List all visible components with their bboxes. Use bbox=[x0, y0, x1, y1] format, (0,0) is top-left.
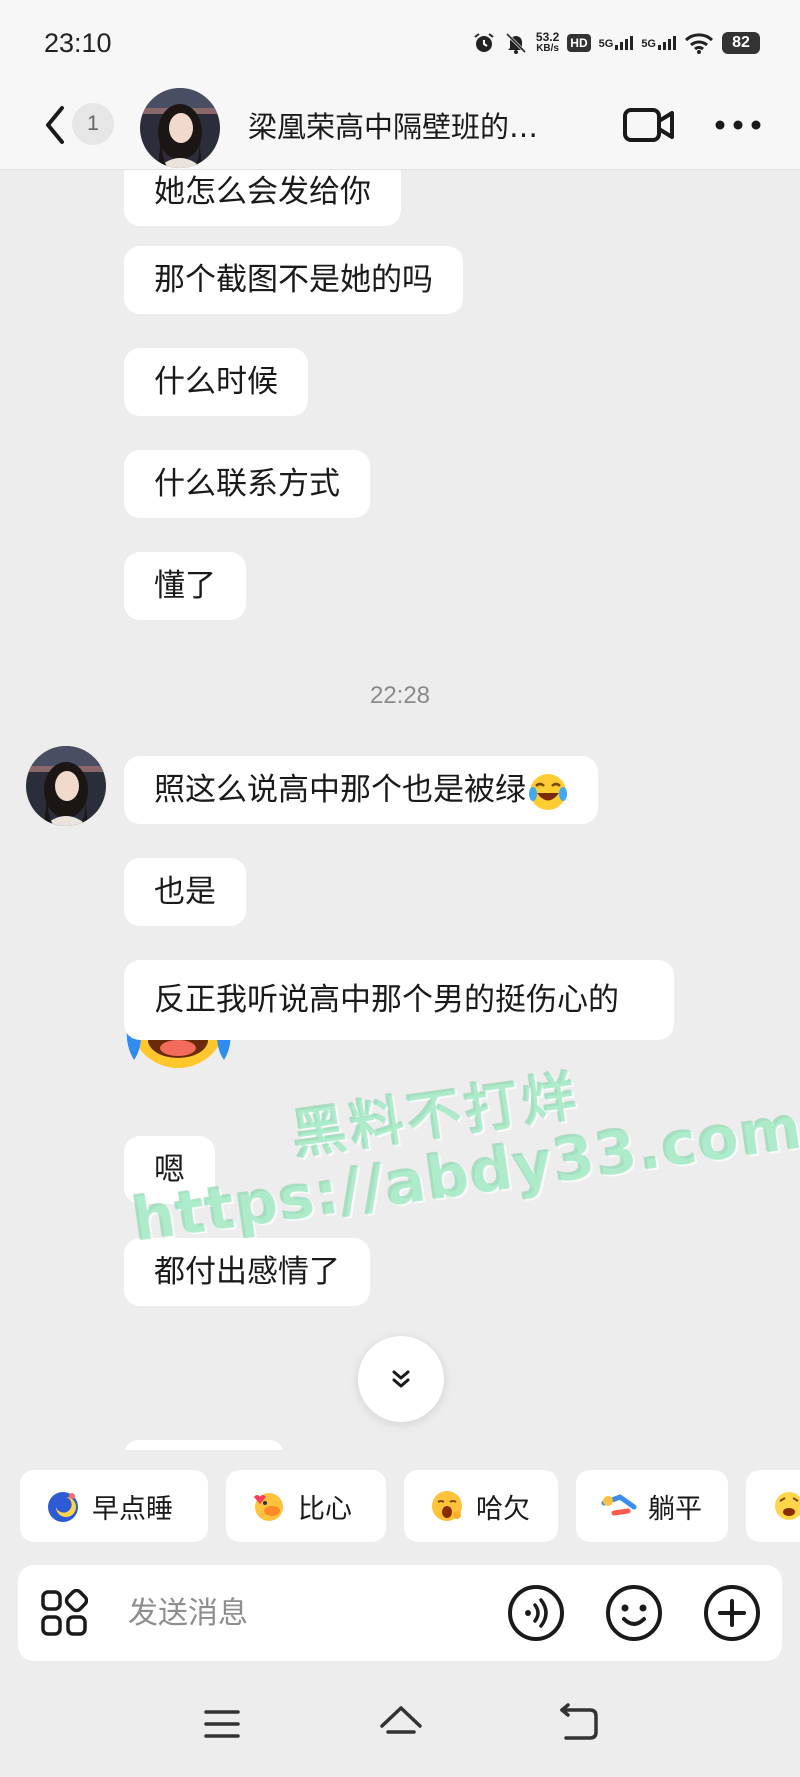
message-bubble[interactable]: 什么联系方式 bbox=[124, 450, 370, 518]
message-bubble[interactable]: 也是 bbox=[124, 858, 246, 926]
quick-reply-more[interactable] bbox=[746, 1470, 800, 1542]
yawn-icon bbox=[432, 1491, 462, 1521]
quick-reply-sleep[interactable]: 早点睡 bbox=[20, 1470, 208, 1542]
quick-reply-label: 比心 bbox=[298, 1493, 352, 1525]
chat-header: 1 梁凰荣高中隔壁班的… bbox=[0, 80, 800, 170]
lie-flat-icon bbox=[601, 1494, 637, 1516]
message-list[interactable]: 她怎么会发给你 那个截图不是她的吗 什么时候 什么联系方式 懂了 22:28 照… bbox=[0, 170, 800, 1450]
quick-reply-label: 躺平 bbox=[648, 1493, 702, 1525]
sender-avatar[interactable] bbox=[26, 746, 106, 826]
scroll-to-bottom-button[interactable] bbox=[358, 1336, 444, 1422]
message-bubble[interactable]: 她怎么会发给你 bbox=[124, 170, 401, 226]
message-bubble[interactable] bbox=[124, 1440, 284, 1450]
hd-icon: HD bbox=[567, 34, 591, 52]
message-bubble[interactable]: 嗯 bbox=[124, 1136, 215, 1204]
quick-reply-yawn[interactable]: 哈欠 bbox=[404, 1470, 558, 1542]
laughing-crying-emoji bbox=[529, 773, 567, 810]
message-bubble[interactable]: 都付出感情了 bbox=[124, 1238, 370, 1306]
quick-reply-heart[interactable]: 比心 bbox=[226, 1470, 386, 1542]
home-icon[interactable] bbox=[378, 1702, 424, 1746]
message-bubble[interactable]: 反正我听说高中那个男的挺伤心的 bbox=[124, 960, 674, 1040]
time-divider: 22:28 bbox=[369, 682, 431, 709]
quick-reply-label: 早点睡 bbox=[92, 1493, 173, 1525]
message-bubble[interactable]: 那个截图不是她的吗 bbox=[124, 246, 463, 314]
message-input-bar bbox=[18, 1565, 782, 1661]
back-nav-icon[interactable] bbox=[556, 1702, 600, 1746]
message-bubble[interactable]: 懂了 bbox=[124, 552, 246, 620]
quick-reply-label: 哈欠 bbox=[476, 1493, 530, 1525]
unread-count-badge[interactable]: 1 bbox=[72, 103, 114, 145]
status-bar: 23:10 53.2 KB/s HD 5G 5G 82 bbox=[0, 0, 800, 80]
more-icon[interactable] bbox=[712, 110, 764, 140]
back-icon[interactable] bbox=[40, 102, 70, 148]
status-icons: 53.2 KB/s HD 5G 5G 82 bbox=[472, 26, 760, 60]
moon-sleep-icon bbox=[48, 1492, 78, 1522]
emoji-icon[interactable] bbox=[604, 1583, 664, 1643]
net-speed: 53.2 KB/s bbox=[535, 30, 560, 54]
system-nav-bar bbox=[0, 1690, 800, 1777]
signal-icon: 5G bbox=[599, 36, 634, 50]
message-input[interactable] bbox=[128, 1587, 508, 1639]
alarm-icon bbox=[474, 33, 494, 52]
message-bubble[interactable]: 什么时候 bbox=[124, 348, 308, 416]
message-bubble[interactable]: 照这么说高中那个也是被绿 bbox=[124, 756, 598, 824]
quick-reply-lie-flat[interactable]: 躺平 bbox=[576, 1470, 728, 1542]
signal-icon: 5G bbox=[641, 36, 676, 50]
mute-icon bbox=[505, 32, 526, 54]
video-call-icon[interactable] bbox=[622, 105, 676, 145]
chat-title: 梁凰荣高中隔壁班的… bbox=[248, 110, 539, 144]
wifi-icon bbox=[684, 33, 714, 54]
voice-icon[interactable] bbox=[506, 1583, 566, 1643]
apps-icon[interactable] bbox=[40, 1589, 88, 1637]
battery-icon: 82 bbox=[722, 32, 760, 54]
quick-reply-bar[interactable]: 早点睡 比心 哈欠 躺平 bbox=[0, 1470, 800, 1542]
duck-heart-icon bbox=[254, 1493, 283, 1521]
plus-icon[interactable] bbox=[702, 1583, 762, 1643]
menu-icon[interactable] bbox=[202, 1704, 242, 1744]
double-chevron-down-icon bbox=[392, 1370, 410, 1388]
status-time: 23:10 bbox=[44, 28, 112, 58]
sticker-icon bbox=[775, 1492, 800, 1520]
contact-avatar[interactable] bbox=[140, 88, 220, 168]
